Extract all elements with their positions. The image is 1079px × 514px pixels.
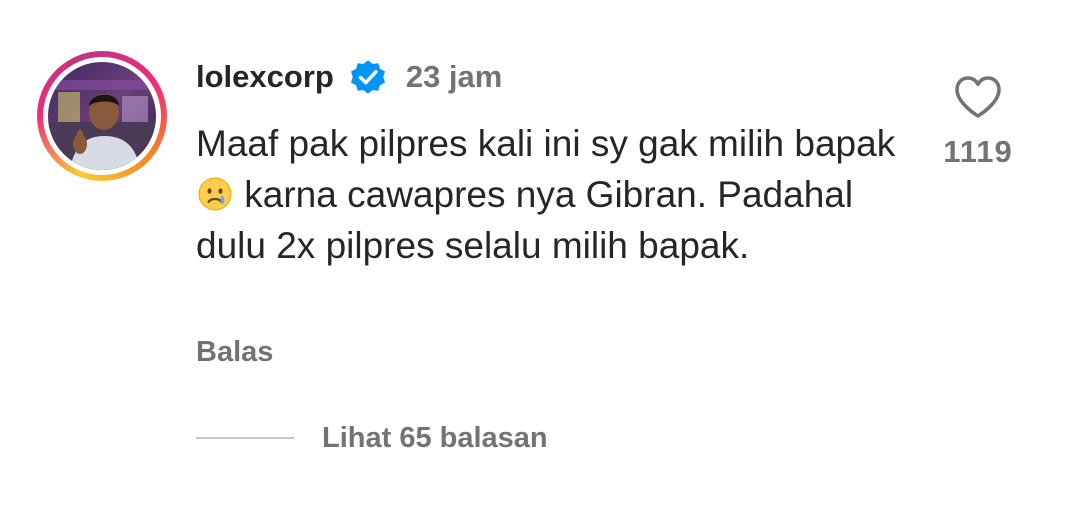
- view-replies-button[interactable]: Lihat 65 balasan: [196, 418, 548, 458]
- view-replies-label: Lihat 65 balasan: [322, 421, 548, 454]
- like-area: 1119: [930, 74, 1026, 170]
- comment-header: lolexcorp 23 jam: [196, 54, 502, 100]
- verified-badge-icon: [350, 60, 385, 94]
- reply-button[interactable]: Balas: [196, 336, 273, 369]
- crying-face-emoji-icon: [198, 177, 232, 211]
- avatar-story-ring[interactable]: [37, 51, 167, 181]
- avatar-ring-gap: [43, 57, 161, 175]
- comment-text: Maaf pak pilpres kali ini sy gak milih b…: [196, 118, 916, 271]
- comment-username[interactable]: lolexcorp: [196, 59, 334, 95]
- comment-text-part2: karna cawapres nya Gibran. Padahal dulu …: [196, 174, 854, 266]
- replies-divider-line: [196, 437, 294, 439]
- heart-outline-icon[interactable]: [953, 74, 1003, 120]
- avatar: [48, 62, 156, 170]
- comment-timestamp: 23 jam: [405, 59, 503, 94]
- like-count: 1119: [943, 134, 1013, 169]
- comment-text-part1: Maaf pak pilpres kali ini sy gak milih b…: [196, 123, 896, 164]
